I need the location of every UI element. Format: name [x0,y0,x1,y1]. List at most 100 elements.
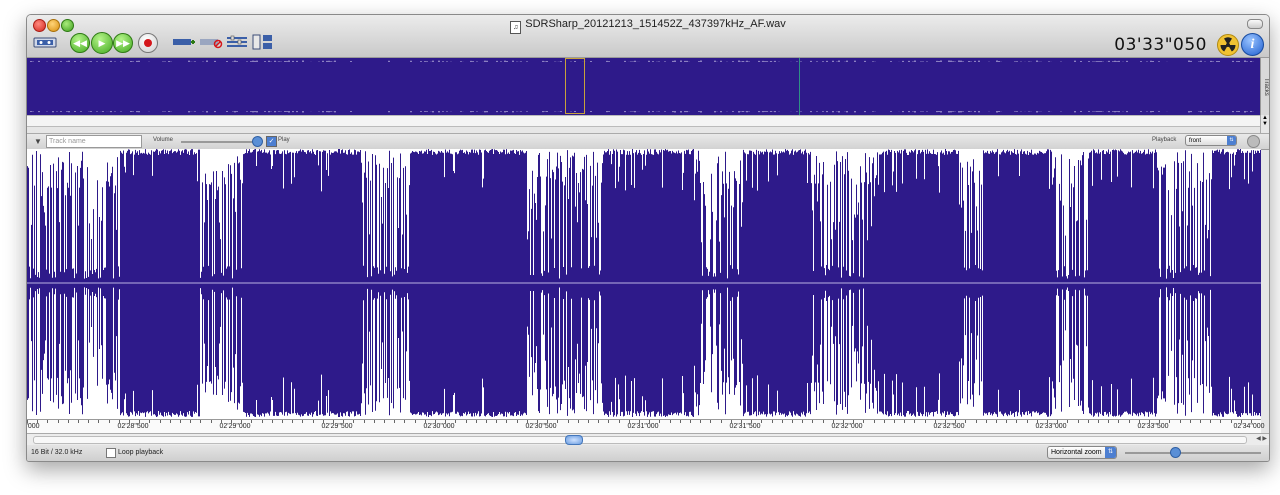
tracks-tab[interactable]: Tracks [1260,58,1269,115]
ruler-tick-label: 02'33"500 [1137,423,1169,430]
ruler-tick-mark [1067,420,1069,423]
ruler-tick-mark [873,420,875,423]
add-track-button[interactable] [172,33,198,51]
ruler-tick-mark [904,420,906,423]
ruler-tick-mark [751,420,753,423]
remove-track-button[interactable] [199,33,225,51]
tape-icon[interactable] [33,33,59,51]
zoom-slider-knob[interactable] [1169,447,1181,458]
ruler-tick-mark [669,420,671,423]
ruler-tick-mark [129,420,130,423]
radiation-icon[interactable] [1217,34,1239,56]
status-bar: 16 Bit / 32.0 kHz Loop playback Horizont… [27,445,1269,461]
ruler-tick-mark [251,420,253,423]
ruler-tick-mark [1128,420,1130,423]
ruler-tick-mark [435,420,436,423]
info-button[interactable]: i [1241,33,1264,56]
ruler-tick-mark [516,420,518,423]
ruler-tick-mark [781,420,783,423]
volume-slider-knob[interactable] [252,136,263,147]
ruler-tick-label: 02'34"000 [1233,423,1265,430]
playback-select[interactable]: front ⇅ [1185,135,1237,146]
ruler-tick-mark [190,420,192,423]
ruler-tick-mark [802,420,804,423]
ruler-tick-mark [78,420,79,423]
ruler-tick-mark [312,420,314,423]
select-arrows-icon: ⇅ [1105,447,1116,458]
ruler-tick-mark [883,420,885,423]
main-waveform[interactable] [27,149,1261,419]
play-button[interactable]: ▶ [91,32,113,54]
ruler-tick-mark [608,420,610,423]
ruler-tick-mark [761,420,763,423]
ruler-tick-mark [822,420,824,423]
ruler-tick-mark [496,420,498,423]
mixer-button[interactable] [225,33,251,51]
ruler-tick-mark [547,420,549,423]
ruler-tick-mark [200,420,202,423]
ruler-tick-mark [1210,420,1212,423]
ruler-tick-mark [394,420,396,423]
ruler-tick-mark [475,420,477,423]
ruler-tick-mark [465,420,467,423]
track-name-input[interactable]: Track name [46,135,142,148]
playback-label: Playback [1152,137,1177,143]
ruler-tick-label: '000 [26,423,40,430]
ruler-tick-mark [139,420,141,423]
zoom-mode-select[interactable]: Horizontal zoom ⇅ [1047,446,1117,459]
playhead-marker[interactable] [799,58,800,115]
volume-slider[interactable] [181,141,261,143]
loop-playback-checkbox[interactable] [106,448,116,458]
scroll-thumb[interactable] [565,435,583,445]
select-arrows-icon: ⇅ [1227,136,1236,145]
ruler-tick-mark [261,420,263,423]
export-button[interactable] [251,33,277,51]
rewind-button[interactable]: ◀◀ [70,33,90,53]
ruler-tick-mark [1006,420,1008,423]
ruler-tick-mark [37,420,39,423]
ruler-tick-mark [149,420,151,423]
disclosure-triangle-icon[interactable]: ▼ [34,137,42,146]
title-bar: ♫ SDRSharp_20121213_151452Z_437397kHz_AF.… [27,15,1269,58]
overview-selection[interactable] [565,58,585,114]
ruler-tick-mark [1200,420,1201,423]
ruler-tick-mark [700,420,702,423]
ruler-tick-mark [1189,420,1191,423]
ruler-tick-mark [159,420,161,423]
ruler-tick-mark [506,420,508,423]
ruler-tick-mark [67,420,69,423]
ruler-tick-label: 02'31"000 [627,423,659,430]
ruler-tick-mark [292,420,294,423]
ruler-tick-mark [690,420,691,423]
overview-wave-body [27,62,1261,111]
scroll-track[interactable] [33,436,1247,444]
ruler-tick-mark [333,420,334,423]
ruler-tick-mark [1098,420,1099,423]
ruler-tick-mark [1159,420,1161,423]
toolbar-toggle-button[interactable] [1247,19,1263,29]
ruler-tick-mark [924,420,926,423]
record-button[interactable] [138,33,158,53]
time-ruler: '000 02'28"500 02'29"000 02'29"500 02'30"000… [26,419,1265,433]
ruler-tick-mark [955,420,957,423]
overview-waveform[interactable] [27,58,1261,115]
ruler-tick-mark [965,420,967,423]
audio-format-label: 16 Bit / 32.0 kHz [31,449,83,456]
ruler-tick-mark [1026,420,1028,423]
ruler-tick-mark [1016,420,1018,423]
ruler-tick-mark [649,420,651,423]
ruler-tick-mark [894,420,895,423]
zoom-slider[interactable] [1125,452,1261,454]
ruler-tick-mark [363,420,365,423]
fast-forward-button[interactable]: ▶▶ [113,33,133,53]
ruler-tick-mark [557,420,559,423]
ruler-tick-mark [1220,420,1222,423]
gear-icon[interactable] [1247,135,1260,148]
scroll-arrows-icon[interactable]: ◀ ▶ [1256,435,1267,442]
ruler-tick-mark [180,420,181,423]
document-icon: ♫ [510,21,522,34]
playback-value: front [1189,138,1202,144]
ruler-tick-mark [741,420,742,423]
overview-scroll-strip [27,115,1261,127]
play-checkbox[interactable]: ✓ [266,136,277,147]
